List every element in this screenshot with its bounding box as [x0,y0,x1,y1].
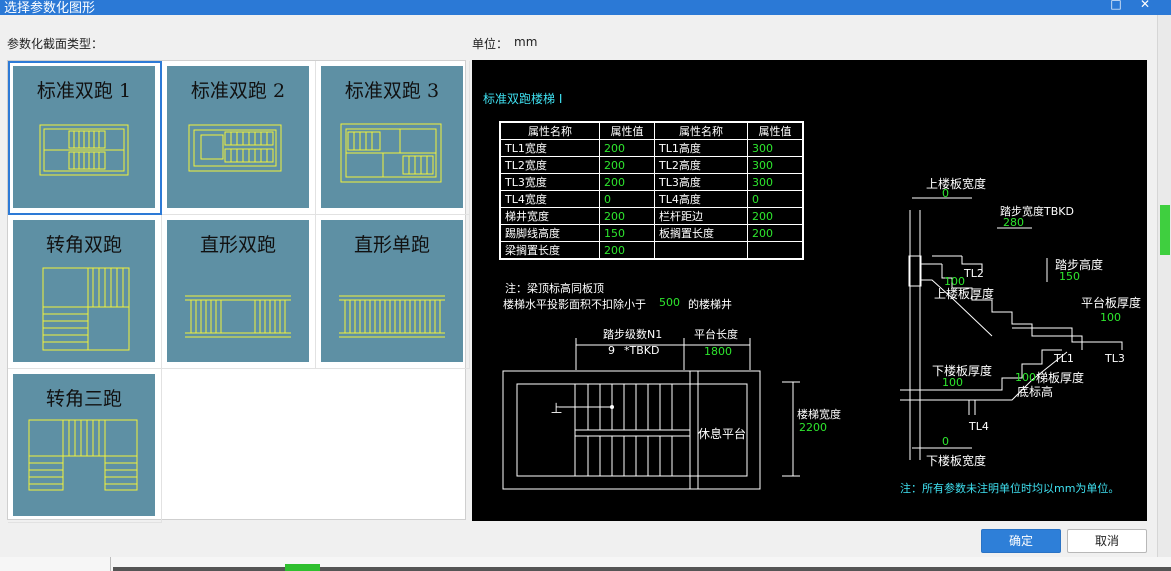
cancel-button[interactable]: 取消 [1067,529,1147,553]
top-slab-width-label: 上楼板宽度 [926,177,987,191]
shape-item-straight-double[interactable]: 直形双跑 [162,215,316,369]
shape-thumbnail: 标准双跑 1 [13,66,155,208]
stair-section-drawing [900,197,1123,460]
shape-thumbnail: 直形单跑 [321,220,463,362]
status-bar-dark [113,567,1171,571]
riser-height-value: 150 [1059,270,1080,283]
upper-slab-label: 上楼板厚度 [934,287,995,301]
shape-item-standard-double-1[interactable]: 标准双跑 1 [8,61,162,215]
bottom-slab-width-label: 下楼板宽度 [926,454,987,468]
shape-item-standard-double-3[interactable]: 标准双跑 3 [316,61,470,215]
bottom-elevation-label: 底标高 [1017,385,1054,399]
units-footnote: 注：所有参数未注明单位时均以mm为单位。 [900,482,1120,495]
stair-preview: 标准双跑楼梯 I 属性名称 属性值 属性名称 属性值 TL1宽度 200 TL1… [472,60,1147,521]
shape-gallery: 标准双跑 1 标准双跑 2 标准双跑 3 转角双跑 直形双跑 直形单跑 转角三跑 [7,60,470,523]
status-divider [110,557,111,571]
tread-width-value: 280 [1003,216,1024,229]
shape-thumbnail: 标准双跑 2 [167,66,309,208]
stair-drawing [339,295,445,338]
scrollbar-thumb [1160,205,1170,255]
status-marker [285,564,320,571]
platform-slab-value: 100 [1100,311,1121,324]
maximize-icon[interactable]: □ [1108,0,1124,13]
lower-slab-value: 100 [942,376,963,389]
shape-item-corner-double[interactable]: 转角双跑 [8,215,162,369]
shape-thumbnail: 标准双跑 3 [321,66,463,208]
tl3-label: TL3 [1105,352,1125,365]
stair-drawing [188,124,282,172]
stair-drawing [185,295,291,338]
bottom-slab-width-value: 0 [942,435,949,448]
tl2-label: TL2 [964,267,984,280]
tl4-label: TL4 [969,420,989,433]
shape-thumbnail: 转角三跑 [13,374,155,516]
shape-item-standard-double-2[interactable]: 标准双跑 2 [162,61,316,215]
section-type-label: 参数化截面类型： [7,37,104,51]
stair-drawing [42,267,130,351]
shape-item-straight-single[interactable]: 直形单跑 [316,215,470,369]
window-title: 选择参数化图形 [4,1,96,16]
background-status-strip [0,557,1171,571]
top-slab-width-value: 0 [942,187,949,200]
stair-drawing [39,124,129,176]
stair-drawing [28,419,138,491]
title-bar: 选择参数化图形 □ ✕ [0,0,1171,16]
platform-slab-label: 平台板厚度 [1081,296,1142,310]
unit-value: mm [514,35,538,49]
unit-label: 单位： [472,37,509,51]
shape-thumbnail: 直形双跑 [167,220,309,362]
ok-button[interactable]: 确定 [981,529,1061,553]
shape-thumbnail: 转角双跑 [13,220,155,362]
stair-drawing [340,123,442,183]
tl1-label: TL1 [1054,352,1074,365]
shape-item-corner-triple[interactable]: 转角三跑 [8,369,162,523]
background-scrollbar [1157,15,1171,557]
close-icon[interactable]: ✕ [1137,0,1153,13]
